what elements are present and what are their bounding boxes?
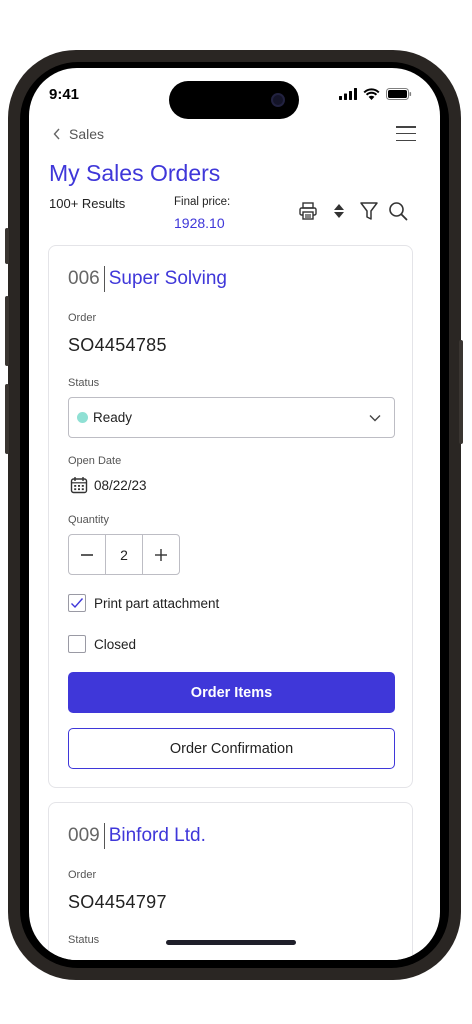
camera-icon	[271, 93, 285, 107]
order-card[interactable]: 006 Super Solving Order SO4454785 Status…	[48, 245, 413, 788]
order-card-header: 006 Super Solving	[68, 266, 227, 292]
page-title: My Sales Orders	[49, 160, 221, 186]
open-date-field[interactable]: 08/22/23	[70, 476, 147, 494]
order-label: Order	[68, 312, 97, 324]
status-label: Status	[68, 377, 100, 389]
open-date-label: Open Date	[68, 455, 122, 467]
signal-icon	[339, 88, 357, 100]
sort-icon[interactable]	[328, 200, 350, 222]
wifi-icon	[363, 88, 380, 100]
chevron-left-icon	[53, 128, 60, 140]
battery-icon	[386, 88, 412, 100]
quantity-value[interactable]: 2	[105, 535, 143, 574]
plus-icon	[155, 548, 167, 561]
minus-icon	[81, 553, 93, 556]
customer-name[interactable]: Super Solving	[105, 266, 227, 292]
quantity-label: Quantity	[68, 514, 109, 526]
filter-icon[interactable]	[358, 200, 380, 222]
order-card-header: 009 Binford Ltd.	[68, 823, 206, 849]
status-value: Ready	[93, 410, 133, 425]
home-indicator[interactable]	[166, 940, 296, 945]
volume-down-button	[5, 384, 9, 454]
action-button	[5, 228, 9, 264]
back-button[interactable]: Sales	[53, 126, 104, 142]
print-icon[interactable]	[297, 200, 319, 222]
volume-up-button	[5, 296, 9, 366]
print-attachment-checkbox[interactable]	[68, 594, 86, 612]
checkmark-icon	[71, 598, 84, 609]
order-number: SO4454785	[68, 335, 167, 355]
back-label: Sales	[69, 126, 105, 142]
print-attachment-row[interactable]: Print part attachment	[68, 594, 219, 612]
search-icon[interactable]	[387, 200, 409, 222]
closed-label: Closed	[94, 636, 137, 652]
chevron-down-icon	[369, 415, 381, 422]
order-confirmation-button[interactable]: Order Confirmation	[68, 728, 395, 769]
print-attachment-label: Print part attachment	[94, 595, 220, 611]
results-count: 100+ Results	[49, 196, 126, 211]
screen: 9:41 Sales My Sales Orders 100+ Results …	[29, 68, 440, 960]
status-dot-icon	[77, 412, 88, 423]
customer-name[interactable]: Binford Ltd.	[105, 823, 206, 849]
order-card[interactable]: 009 Binford Ltd. Order SO4454797 Status	[48, 802, 413, 960]
closed-row[interactable]: Closed	[68, 635, 136, 653]
status-time: 9:41	[49, 86, 80, 103]
order-card-number: 006	[68, 266, 105, 292]
decrement-button[interactable]	[69, 535, 105, 574]
increment-button[interactable]	[143, 535, 179, 574]
nav-bar: Sales	[29, 126, 440, 148]
order-items-button[interactable]: Order Items	[68, 672, 395, 713]
open-date-value: 08/22/23	[94, 477, 147, 493]
status-dropdown[interactable]: Ready	[68, 397, 395, 438]
final-price-label: Final price:	[174, 196, 231, 208]
quantity-stepper: 2	[68, 534, 180, 575]
status-label: Status	[68, 934, 100, 946]
status-icons	[339, 88, 412, 100]
dynamic-island	[169, 81, 299, 119]
power-button	[459, 340, 463, 444]
calendar-icon	[70, 477, 88, 494]
order-label: Order	[68, 869, 97, 881]
closed-checkbox[interactable]	[68, 635, 86, 653]
order-card-number: 009	[68, 823, 105, 849]
final-price-value: 1928.10	[174, 215, 225, 231]
order-number: SO4454797	[68, 892, 167, 912]
hamburger-menu-icon[interactable]	[396, 126, 416, 144]
